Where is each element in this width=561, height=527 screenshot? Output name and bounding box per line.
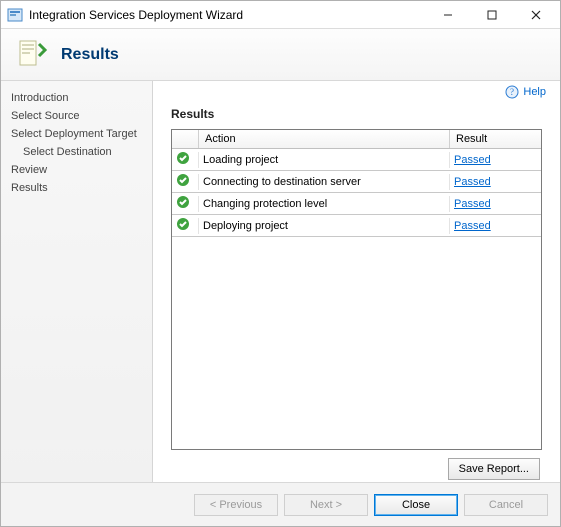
status-cell [172,193,198,214]
wizard-footer: < Previous Next > Close Cancel [1,482,560,526]
help-icon: ? [505,85,519,99]
success-icon [176,173,190,187]
help-label: Help [523,86,546,98]
col-action-header: Action [198,130,449,148]
main-panel: ? Help Results Action Result Loadi [153,81,560,482]
wizard-header: Results [1,29,560,81]
nav-select-destination[interactable]: Select Destination [1,143,152,161]
nav-review[interactable]: Review [1,161,152,179]
svg-text:?: ? [510,87,514,97]
minimize-button[interactable] [426,1,470,28]
wizard-nav-sidebar: Introduction Select Source Select Deploy… [1,81,153,482]
action-cell: Changing protection level [198,196,449,212]
window-controls [426,1,558,28]
title-bar: Integration Services Deployment Wizard [1,1,560,29]
status-cell [172,149,198,170]
nav-select-source[interactable]: Select Source [1,107,152,125]
success-icon [176,217,190,231]
col-result-header: Result [449,130,541,148]
action-cell: Deploying project [198,218,449,234]
action-cell: Loading project [198,152,449,168]
results-page-icon [15,38,49,72]
previous-button: < Previous [194,494,278,516]
result-link[interactable]: Passed [454,220,491,232]
col-icon-header [172,130,198,148]
close-window-button[interactable] [514,1,558,28]
status-cell [172,215,198,236]
table-row: Deploying project Passed [172,215,541,237]
nav-results[interactable]: Results [1,179,152,197]
success-icon [176,195,190,209]
cancel-button: Cancel [464,494,548,516]
save-report-button[interactable]: Save Report... [448,458,540,480]
next-button: Next > [284,494,368,516]
results-grid-header: Action Result [172,130,541,149]
success-icon [176,151,190,165]
result-link[interactable]: Passed [454,176,491,188]
nav-select-deployment-target[interactable]: Select Deployment Target [1,125,152,143]
app-icon [7,7,23,23]
help-link[interactable]: ? Help [505,85,546,99]
maximize-button[interactable] [470,1,514,28]
results-grid: Action Result Loading project Passed [171,129,542,450]
table-row: Changing protection level Passed [172,193,541,215]
page-title: Results [61,46,119,64]
table-row: Loading project Passed [172,149,541,171]
results-grid-body: Loading project Passed Connecting to des… [172,149,541,449]
window-title: Integration Services Deployment Wizard [29,8,426,22]
result-link[interactable]: Passed [454,154,491,166]
status-cell [172,171,198,192]
result-link[interactable]: Passed [454,198,491,210]
section-title: Results [171,107,542,121]
action-cell: Connecting to destination server [198,174,449,190]
close-button[interactable]: Close [374,494,458,516]
nav-introduction[interactable]: Introduction [1,89,152,107]
table-row: Connecting to destination server Passed [172,171,541,193]
